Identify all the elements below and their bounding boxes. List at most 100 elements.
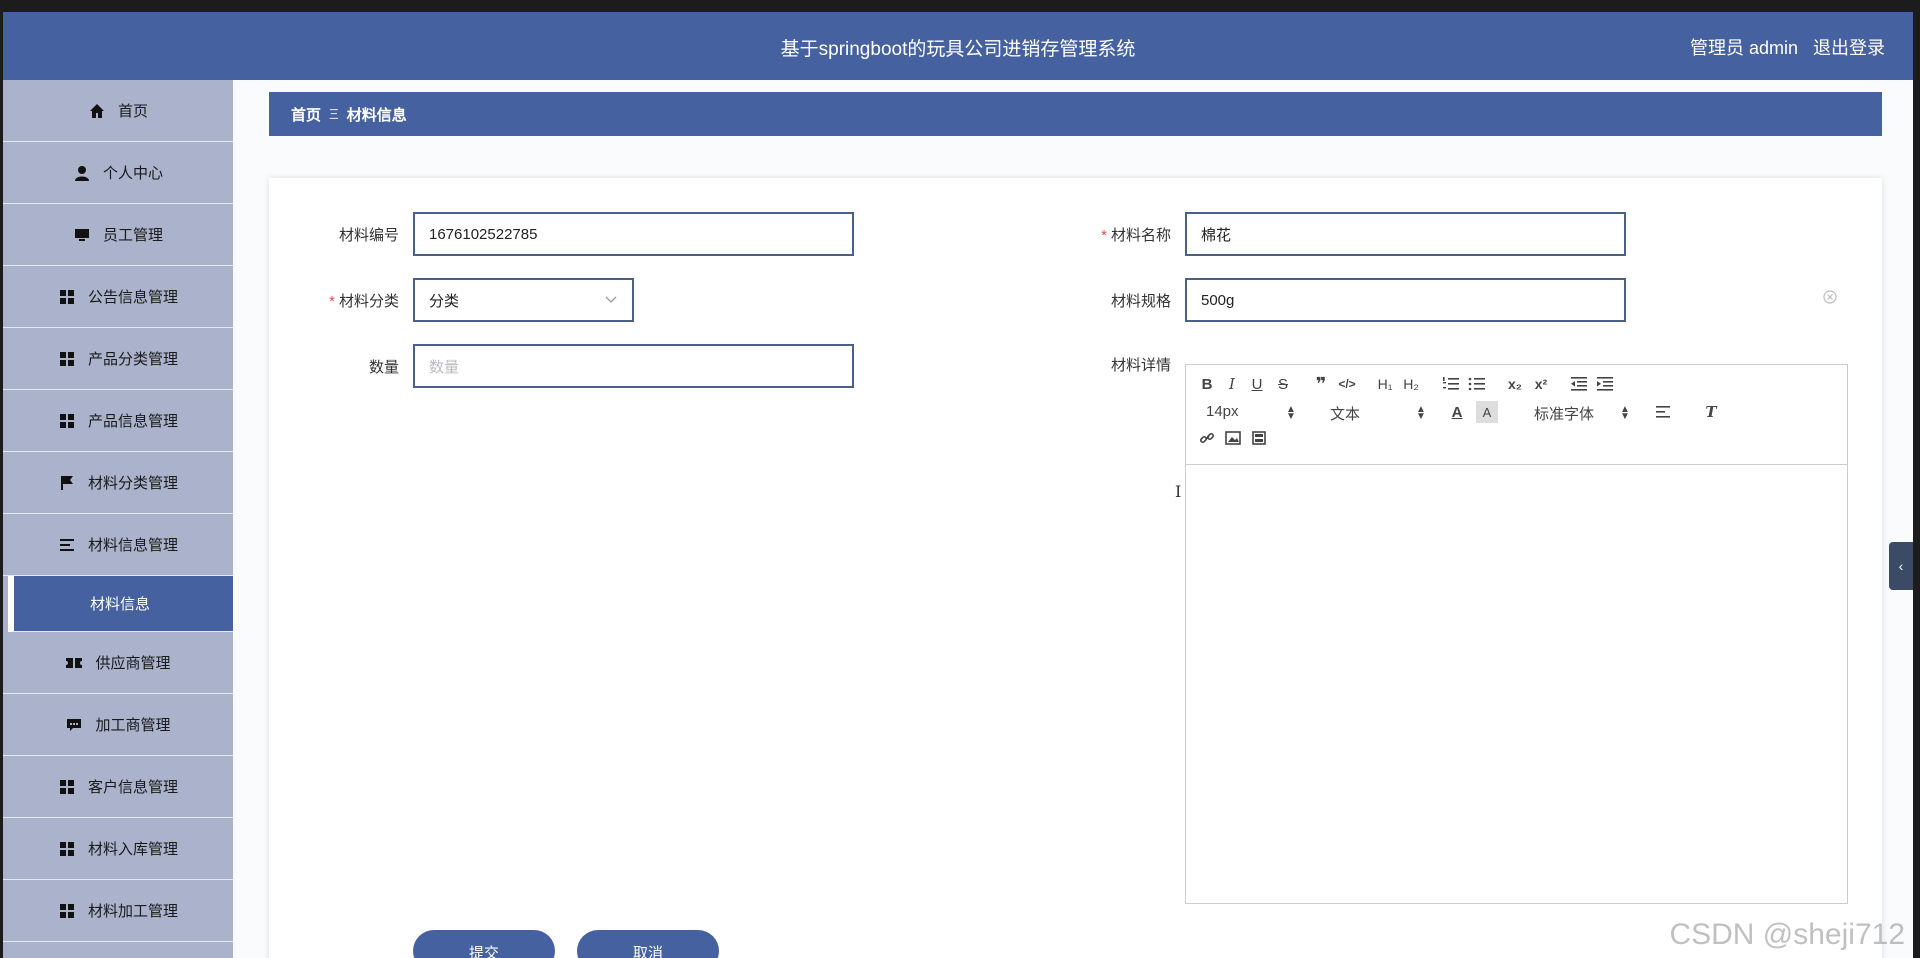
sidebar-item-product-category[interactable]: 产品分类管理	[3, 328, 233, 390]
quantity-field[interactable]: 数量	[413, 344, 854, 388]
sidebar-item-label: 个人中心	[102, 165, 163, 182]
strikethrough-icon[interactable]: S	[1272, 373, 1294, 395]
grid-icon	[58, 840, 76, 858]
category-value: 分类	[429, 292, 460, 310]
flag-icon	[58, 474, 76, 492]
background-color-icon[interactable]: A	[1476, 401, 1498, 423]
sidebar-item-material-info-group[interactable]: 材料信息管理	[3, 514, 233, 576]
grid-icon	[58, 902, 76, 920]
breadcrumb: 首页 Ξ 材料信息	[269, 92, 1882, 136]
spec-label-text: 材料规格	[1110, 293, 1171, 310]
sidebar-item-label: 产品信息管理	[87, 413, 178, 430]
sidebar-item-product-info[interactable]: 产品信息管理	[3, 390, 233, 452]
outdent-icon[interactable]	[1568, 373, 1590, 395]
grid-icon	[58, 412, 76, 430]
code-block-icon[interactable]: </>	[1336, 373, 1358, 395]
heading2-icon[interactable]: H₂	[1400, 373, 1422, 395]
ordered-list-icon[interactable]	[1440, 373, 1462, 395]
name-label: * 材料名称	[1051, 224, 1171, 245]
bullet-list-icon[interactable]	[1466, 373, 1488, 395]
name-value: 棉花	[1201, 226, 1232, 244]
sidebar-item-label: 材料信息管理	[87, 537, 178, 554]
font-family-select[interactable]: 标准字体	[1534, 403, 1594, 424]
detail-label: 材料详情	[1051, 354, 1171, 375]
align-icon[interactable]	[1652, 401, 1674, 423]
category-select[interactable]: 分类	[413, 278, 634, 322]
link-icon[interactable]	[1196, 427, 1218, 449]
user-role: 管理员 admin	[1689, 38, 1798, 58]
chevron-down-icon	[604, 292, 618, 310]
user-icon	[73, 164, 91, 182]
sidebar-item-notice[interactable]: 公告信息管理	[3, 266, 233, 328]
font-color-icon[interactable]: A	[1446, 401, 1468, 423]
top-header: 基于springboot的玩具公司进销存管理系统 管理员 admin 退出登录	[3, 12, 1913, 80]
name-field[interactable]: 棉花	[1185, 212, 1626, 256]
italic-icon[interactable]: I	[1221, 373, 1243, 395]
breadcrumb-home[interactable]: 首页	[291, 104, 321, 125]
sidebar-item-processor[interactable]: 加工商管理	[3, 694, 233, 756]
material-form: 材料编号 1676102522785 * 材料名称 棉花 * 材料分类 分类 材…	[269, 178, 1882, 958]
ticket-icon	[65, 654, 83, 672]
name-label-text: 材料名称	[1110, 227, 1171, 244]
chevron-left-icon: ‹	[1898, 558, 1904, 574]
sidebar-item-material-category[interactable]: 材料分类管理	[3, 452, 233, 514]
sidebar-item-customer[interactable]: 客户信息管理	[3, 756, 233, 818]
sidebar-item-label: 材料加工管理	[87, 903, 178, 920]
editor-toolbar: B I U S ❞ </> H₁ H₂ x₂ x² 14px ▲ ▼ 文本 ▲ …	[1186, 365, 1847, 465]
home-icon	[88, 102, 106, 120]
quantity-placeholder: 数量	[429, 358, 460, 376]
cancel-button[interactable]: 取消	[577, 930, 719, 958]
clear-icon[interactable]	[1822, 289, 1838, 309]
app-title: 基于springboot的玩具公司进销存管理系统	[780, 39, 1136, 60]
sidebar-item-material-processing[interactable]: 材料加工管理	[3, 880, 233, 942]
subscript-icon[interactable]: x₂	[1504, 373, 1526, 395]
clear-format-icon[interactable]: T	[1700, 401, 1722, 423]
watermark: CSDN @sheji712	[1669, 918, 1905, 951]
code-field[interactable]: 1676102522785	[413, 212, 854, 256]
text-type-select[interactable]: 文本	[1330, 403, 1360, 424]
sidebar-item-profile[interactable]: 个人中心	[3, 142, 233, 204]
breadcrumb-separator: Ξ	[329, 105, 339, 123]
bold-icon[interactable]: B	[1196, 373, 1218, 395]
main-content: 首页 Ξ 材料信息 材料编号 1676102522785 * 材料名称 棉花 * 材…	[233, 80, 1913, 958]
image-icon[interactable]	[1222, 427, 1244, 449]
heading1-icon[interactable]: H₁	[1374, 373, 1396, 395]
font-size-select[interactable]: 14px	[1206, 403, 1239, 420]
video-icon[interactable]	[1248, 427, 1270, 449]
sidebar-item-label: 公告信息管理	[87, 289, 178, 306]
sidebar-item-home[interactable]: 首页	[3, 80, 233, 142]
code-label: 材料编号	[279, 224, 399, 245]
font-size-caret-icon: ▲ ▼	[1286, 404, 1296, 422]
sidebar-item-label: 材料入库管理	[87, 841, 178, 858]
logout-link[interactable]: 退出登录	[1813, 38, 1885, 58]
submit-button[interactable]: 提交	[413, 930, 555, 958]
blockquote-icon[interactable]: ❞	[1310, 373, 1332, 395]
sidebar-item-label: 加工商管理	[95, 717, 171, 734]
underline-icon[interactable]: U	[1246, 373, 1268, 395]
user-area: 管理员 admin 退出登录	[1680, 34, 1885, 60]
quantity-label: 数量	[279, 356, 399, 377]
category-label-text: 材料分类	[338, 293, 399, 310]
font-family-caret-icon: ▲ ▼	[1620, 404, 1630, 422]
sidebar: 首页 个人中心 员工管理 公告信息管理 产品分类管理 产品信息管理 材料分类管理…	[3, 80, 233, 958]
required-mark: *	[1101, 227, 1107, 244]
detail-label-text: 材料详情	[1110, 357, 1171, 374]
editor-content-area[interactable]	[1186, 465, 1847, 903]
spec-field[interactable]: 500g	[1185, 278, 1626, 322]
sidebar-item-label: 客户信息管理	[87, 779, 178, 796]
sidebar-item-supplier[interactable]: 供应商管理	[3, 632, 233, 694]
collapse-panel-tab[interactable]: ‹	[1889, 542, 1913, 590]
required-mark: *	[329, 293, 335, 310]
spec-value: 500g	[1201, 291, 1235, 309]
list-icon	[58, 536, 76, 554]
text-type-caret-icon: ▲ ▼	[1416, 404, 1426, 422]
sidebar-item-material-info[interactable]: 材料信息	[8, 576, 233, 632]
breadcrumb-current: 材料信息	[346, 106, 407, 124]
sidebar-item-staff[interactable]: 员工管理	[3, 204, 233, 266]
sidebar-item-label: 产品分类管理	[87, 351, 178, 368]
grid-icon	[58, 350, 76, 368]
indent-icon[interactable]	[1594, 373, 1616, 395]
sidebar-item-material-stock-in[interactable]: 材料入库管理	[3, 818, 233, 880]
app-window: 基于springboot的玩具公司进销存管理系统 管理员 admin 退出登录 …	[3, 12, 1913, 958]
superscript-icon[interactable]: x²	[1530, 373, 1552, 395]
